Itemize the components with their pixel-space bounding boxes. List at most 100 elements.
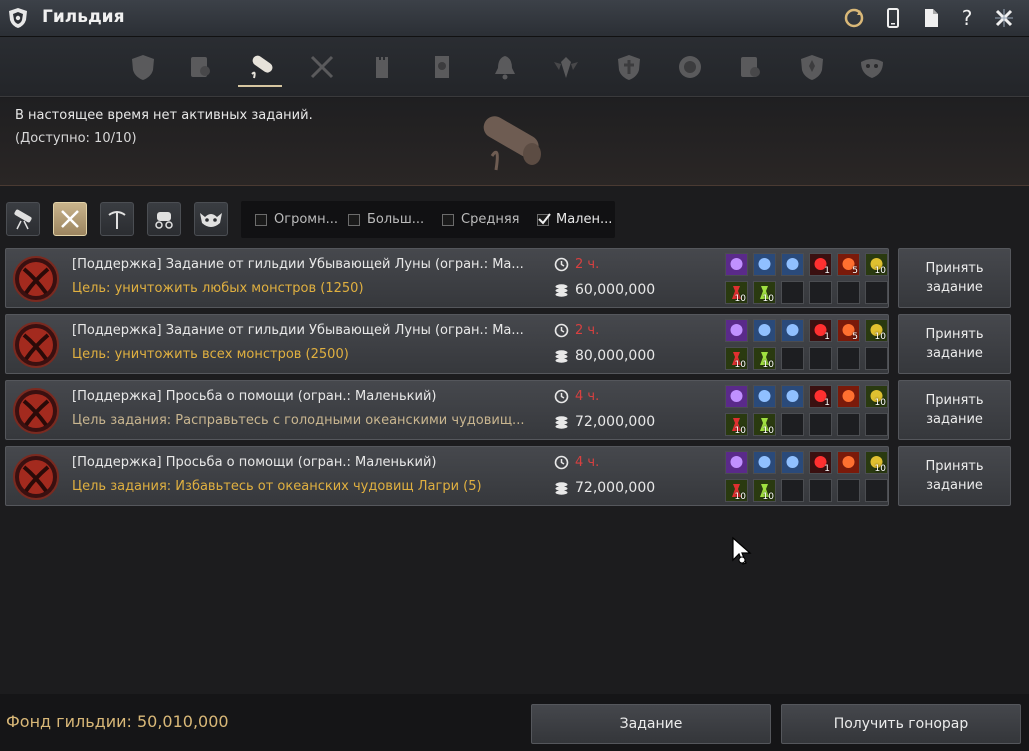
checkmark-icon: [538, 212, 551, 225]
document-icon[interactable]: [919, 6, 943, 30]
reward-slot[interactable]: [725, 385, 748, 408]
quest-time: 2 ч.: [554, 257, 599, 272]
reward-slots: 1 10 10 10: [720, 385, 888, 437]
guild-emblem-icon: [132, 55, 154, 80]
reward-slot[interactable]: [781, 385, 804, 408]
checkbox-small[interactable]: Мален...: [537, 212, 612, 227]
tab-war[interactable]: [300, 47, 344, 87]
reward-slot[interactable]: [725, 253, 748, 276]
reward-slot[interactable]: [781, 451, 804, 474]
tab-guild-emblem[interactable]: [121, 47, 165, 87]
reward-slot[interactable]: [725, 319, 748, 342]
exp-boost-icon: [782, 320, 803, 341]
quest-fee-value: 80,000,000: [575, 348, 656, 364]
reward-slot[interactable]: [753, 253, 776, 276]
reward-slot[interactable]: [781, 319, 804, 342]
close-icon[interactable]: [992, 6, 1016, 30]
tab-ranking[interactable]: [668, 47, 712, 87]
checkbox-medium[interactable]: Средняя: [442, 212, 519, 227]
tab-quests[interactable]: [238, 47, 282, 87]
quest-fee: 80,000,000: [554, 348, 655, 364]
filter-combat[interactable]: [53, 202, 87, 236]
tab-alliance[interactable]: [607, 47, 651, 87]
reward-slot[interactable]: 10: [753, 479, 776, 502]
category-tabs: [0, 37, 1029, 97]
checkbox-label: Огромн...: [274, 212, 338, 227]
reward-slot[interactable]: 10: [865, 253, 888, 276]
tab-skills[interactable]: [544, 47, 588, 87]
reward-slot[interactable]: [753, 385, 776, 408]
reward-slot[interactable]: 5: [837, 319, 860, 342]
bell-icon: [495, 56, 515, 80]
empty-reward-slot: [781, 413, 804, 436]
reward-slot[interactable]: 1: [809, 451, 832, 474]
accept-quest-button[interactable]: Принять задание: [898, 380, 1011, 440]
reward-slot[interactable]: 10: [725, 479, 748, 502]
tab-castle[interactable]: [360, 47, 404, 87]
tab-records[interactable]: [728, 47, 772, 87]
quest-name: [Поддержка] Задание от гильдии Убывающей…: [72, 257, 524, 272]
clock-icon: [554, 323, 569, 338]
mobile-icon[interactable]: [881, 6, 905, 30]
reward-slot[interactable]: 1: [809, 253, 832, 276]
accept-quest-button[interactable]: Принять задание: [898, 446, 1011, 506]
empty-reward-slot: [809, 281, 832, 304]
checkbox-huge[interactable]: Огромн...: [255, 212, 338, 227]
reward-slot[interactable]: 1: [809, 319, 832, 342]
reward-slot[interactable]: 10: [865, 319, 888, 342]
reward-slot[interactable]: [781, 253, 804, 276]
reward-slot[interactable]: [753, 319, 776, 342]
reward-slot[interactable]: 1: [809, 385, 832, 408]
reward-slot[interactable]: 10: [753, 347, 776, 370]
reward-count: 1: [824, 266, 830, 276]
reward-count: 1: [824, 398, 830, 408]
collect-fee-button[interactable]: Получить гонорар: [781, 704, 1021, 744]
tab-lord[interactable]: [790, 47, 834, 87]
reward-slot[interactable]: 10: [725, 281, 748, 304]
reward-slot[interactable]: [725, 451, 748, 474]
reward-count: 10: [874, 398, 886, 408]
tab-notice[interactable]: [420, 47, 464, 87]
filter-gathering[interactable]: [100, 202, 134, 236]
reward-slot[interactable]: [753, 451, 776, 474]
guild-window: { "window": {"title": "Гильдия"}, "heade…: [0, 0, 1029, 751]
reward-slots: 1 10 10 10: [720, 451, 888, 503]
tab-members[interactable]: [178, 47, 222, 87]
reward-slot[interactable]: 10: [753, 413, 776, 436]
refresh-icon[interactable]: [842, 6, 866, 30]
reward-slot[interactable]: 10: [865, 451, 888, 474]
tab-mask[interactable]: [850, 47, 894, 87]
svg-text:?: ?: [962, 6, 973, 30]
help-icon[interactable]: ?: [955, 6, 979, 30]
reward-slot[interactable]: [837, 451, 860, 474]
reward-slot[interactable]: 5: [837, 253, 860, 276]
tab-alerts[interactable]: [483, 47, 527, 87]
checkbox-large[interactable]: Больш...: [348, 212, 424, 227]
empty-reward-slot: [837, 281, 860, 304]
quest-row[interactable]: [Поддержка] Задание от гильдии Убывающей…: [5, 248, 889, 308]
reward-count: 5: [852, 266, 858, 276]
coins-icon: [555, 349, 568, 363]
accept-quest-button[interactable]: Принять задание: [898, 314, 1011, 374]
accept-quest-button[interactable]: Принять задание: [898, 248, 1011, 308]
helmet-icon: [726, 386, 747, 407]
reward-slot[interactable]: 10: [753, 281, 776, 304]
reward-slots: 1 5 10 10 10: [720, 319, 888, 371]
reward-slot[interactable]: 10: [725, 413, 748, 436]
quest-goal: Цель задания: Расправьтесь с голодными о…: [72, 413, 525, 428]
filter-boss[interactable]: [194, 202, 228, 236]
quest-filters: Огромн... Больш... Средняя Мален...: [0, 196, 1029, 244]
quest-row[interactable]: [Поддержка] Просьба о помощи (огран.: Ма…: [5, 380, 889, 440]
reward-slot[interactable]: [837, 385, 860, 408]
quest-row[interactable]: [Поддержка] Просьба о помощи (огран.: Ма…: [5, 446, 889, 506]
tower-icon: [376, 57, 388, 78]
exp-scroll-icon: [754, 386, 775, 407]
quest-time-value: 2 ч.: [575, 323, 600, 338]
task-button[interactable]: Задание: [531, 704, 771, 744]
filter-telescope[interactable]: [6, 202, 40, 236]
helmet-icon: [726, 254, 747, 275]
reward-slot[interactable]: 10: [865, 385, 888, 408]
quest-row[interactable]: [Поддержка] Задание от гильдии Убывающей…: [5, 314, 889, 374]
reward-slot[interactable]: 10: [725, 347, 748, 370]
filter-trade[interactable]: [147, 202, 181, 236]
